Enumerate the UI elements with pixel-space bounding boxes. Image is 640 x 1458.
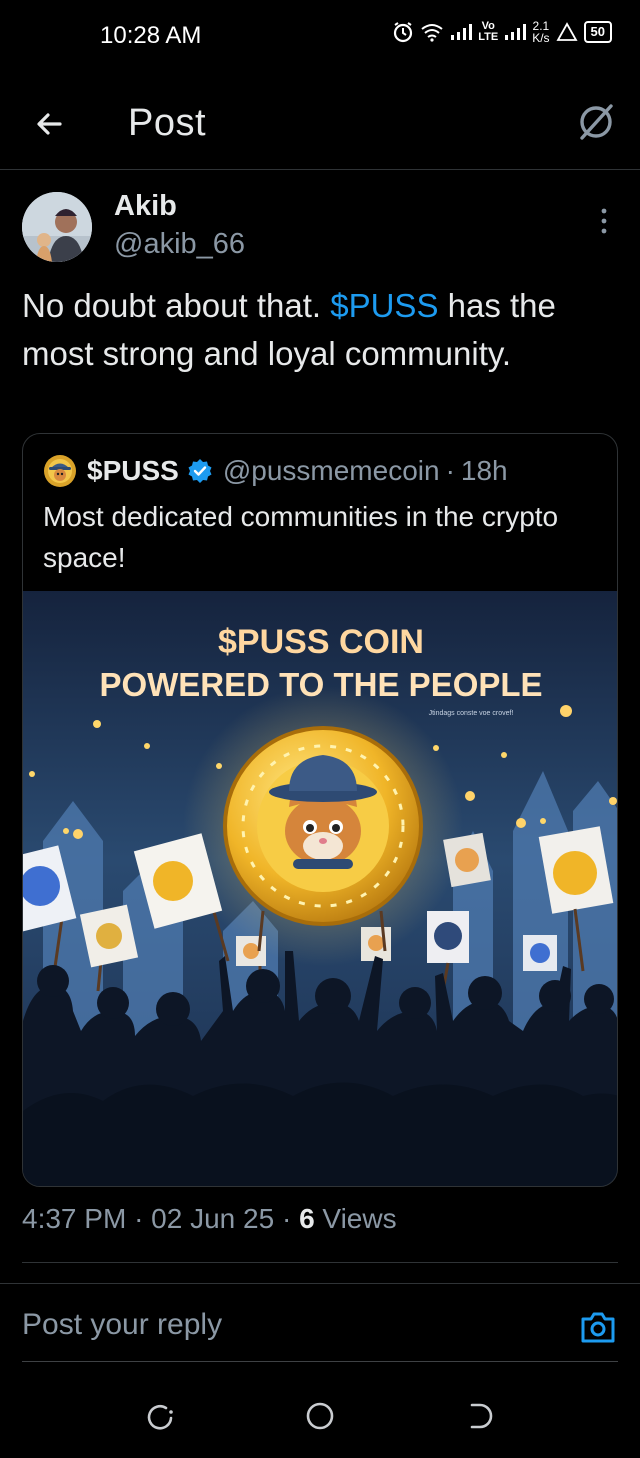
- camera-icon[interactable]: [580, 1310, 616, 1344]
- system-nav-bar: [0, 1380, 640, 1458]
- author-name[interactable]: Akib: [114, 190, 177, 223]
- separator-dot: ·: [445, 455, 455, 486]
- reply-underline: [22, 1361, 618, 1362]
- status-icons: Vo LTE 2.1 K/s 50: [392, 20, 612, 44]
- page-title: Post: [128, 102, 207, 144]
- alarm-icon: [394, 22, 413, 43]
- author-handle[interactable]: @akib_66: [114, 228, 245, 261]
- wifi-icon: [421, 24, 443, 42]
- home-icon[interactable]: [304, 1400, 336, 1432]
- reply-input[interactable]: [22, 1308, 542, 1342]
- warning-icon: [555, 22, 578, 41]
- post-meta: 4:37 PM · 02 Jun 25 · 6 Views: [22, 1203, 397, 1235]
- top-header: Post: [0, 80, 640, 170]
- back-arrow-icon[interactable]: [30, 104, 70, 144]
- image-title-line1: $PUSS COIN: [218, 623, 424, 661]
- status-time: 10:28 AM: [100, 22, 202, 49]
- cashtag-link[interactable]: $PUSS: [330, 287, 438, 324]
- views-count[interactable]: 6: [299, 1203, 315, 1234]
- quoted-avatar: [43, 454, 77, 488]
- quoted-handle: @pussmemecoin: [222, 455, 440, 486]
- status-bar: 10:28 AM Vo LTE 2.1 K/s 50: [0, 0, 640, 72]
- divider: [0, 1283, 640, 1284]
- quoted-name: $PUSS: [87, 455, 179, 486]
- divider: [22, 1262, 618, 1263]
- battery-indicator: 50: [583, 21, 612, 43]
- post-text-part: No doubt about that.: [22, 287, 331, 324]
- post-text: No doubt about that. $PUSS has the most …: [22, 282, 612, 378]
- grok-icon[interactable]: [574, 100, 618, 144]
- network-speed: 2.1 K/s: [532, 20, 549, 44]
- separator-dot: ·: [281, 1203, 292, 1234]
- volte-indicator: Vo LTE: [478, 21, 498, 43]
- signal-icon-2: [505, 24, 527, 40]
- lte-label: LTE: [478, 31, 499, 43]
- quoted-post[interactable]: $PUSS @pussmemecoin · 18h Most dedicated…: [22, 433, 618, 1187]
- views-label[interactable]: Views: [315, 1203, 396, 1234]
- post-date: 02 Jun 25: [151, 1203, 275, 1234]
- author-avatar[interactable]: [22, 192, 92, 262]
- image-small-text: Jtindags conste voe crovef!: [429, 710, 514, 717]
- signal-icon: [451, 24, 473, 40]
- quoted-media-image[interactable]: $PUSS COIN POWERED TO THE PEOPLE Jtindag…: [23, 591, 618, 1187]
- speed-unit: K/s: [532, 31, 550, 45]
- quoted-post-header: $PUSS @pussmemecoin · 18h: [43, 454, 508, 488]
- quoted-time: 18h: [460, 455, 508, 486]
- back-gesture-icon[interactable]: [464, 1400, 496, 1432]
- post-time: 4:37 PM: [22, 1203, 127, 1234]
- recent-apps-icon[interactable]: [144, 1400, 176, 1432]
- verified-badge-icon: [188, 459, 212, 483]
- separator-dot: ·: [134, 1203, 144, 1234]
- more-options-icon[interactable]: [594, 206, 614, 236]
- quoted-text: Most dedicated communities in the crypto…: [43, 501, 559, 573]
